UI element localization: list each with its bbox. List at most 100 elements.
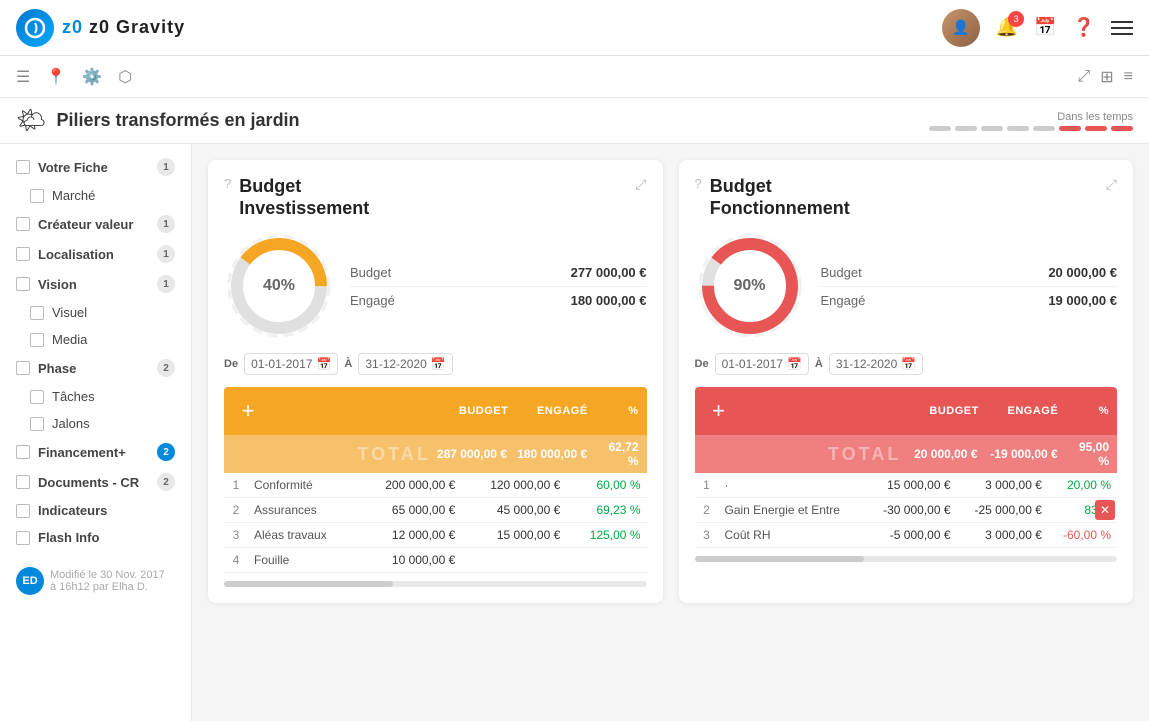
scrollbar-thumb-invest [224, 581, 393, 587]
checkbox-financement[interactable] [16, 445, 30, 459]
engage-value-fonct: 19 000,00 € [1048, 293, 1117, 308]
help-invest-icon[interactable]: ? [224, 176, 231, 191]
location-icon[interactable]: 📍 [46, 67, 66, 87]
budget-value-invest: 277 000,00 € [571, 265, 647, 280]
engage-label-fonct: Engagé [821, 293, 866, 308]
checkbox-taches[interactable] [30, 390, 44, 404]
table-row[interactable]: 2 Assurances 65 000,00 € 45 000,00 € 69,… [224, 498, 647, 523]
sidebar-label-localisation: Localisation [38, 247, 114, 262]
avatar-img: 👤 [942, 9, 980, 47]
layers-icon[interactable]: ⬡ [118, 67, 132, 87]
help-fonct-icon[interactable]: ? [695, 176, 702, 191]
scrollbar-invest[interactable] [224, 581, 647, 587]
close-row-button[interactable]: ✕ [1095, 500, 1115, 520]
badge-financement: 2 [157, 443, 175, 461]
table-row[interactable]: 2 Gain Energie et Entre -30 000,00 € -25… [695, 498, 1118, 523]
help-icon[interactable]: ❓ [1073, 17, 1095, 38]
sidebar-item-media[interactable]: Media [0, 326, 191, 353]
table-row[interactable]: 1 · 15 000,00 € 3 000,00 € 20,00 % [695, 473, 1118, 498]
sidebar-item-documents[interactable]: Documents - CR 2 [0, 467, 191, 497]
checkbox-localisation[interactable] [16, 247, 30, 261]
calendar-icon[interactable]: 📅 [1034, 17, 1056, 38]
add-fonct-button[interactable]: + [699, 391, 739, 431]
table-row[interactable]: 4 Fouille 10 000,00 € [224, 548, 647, 573]
dot-7 [1085, 126, 1107, 131]
checkbox-vision[interactable] [16, 277, 30, 291]
weather-icon: 🌤 [16, 106, 46, 135]
budget-label-invest: Budget [350, 265, 391, 280]
checkbox-phase[interactable] [16, 361, 30, 375]
expand-icon[interactable]: ⤢ [1077, 68, 1090, 86]
expand-fonct-icon[interactable]: ⤢ [1106, 176, 1117, 193]
user-initials: ED [16, 567, 44, 595]
card-title-fonct: Budget Fonctionnement [710, 176, 850, 219]
donut-invest-label: 40% [263, 277, 295, 295]
budget-info-invest: Budget 277 000,00 € Engagé 180 000,00 € [350, 259, 647, 314]
checkbox-jalons[interactable] [30, 417, 44, 431]
checkbox-createur[interactable] [16, 217, 30, 231]
list-icon[interactable]: ≡ [1124, 68, 1133, 86]
budget-row-engage-invest: Engagé 180 000,00 € [350, 287, 647, 314]
settings-icon[interactable]: ⚙️ [82, 67, 102, 87]
sidebar-item-financement[interactable]: Financement+ 2 [0, 437, 191, 467]
badge-vision: 1 [157, 275, 175, 293]
total-row-fonct: TOTAL 20 000,00 € -19 000,00 € 95,00 % [695, 435, 1118, 473]
sidebar-label-financement: Financement+ [38, 445, 126, 460]
sidebar-item-visuel[interactable]: Visuel [0, 299, 191, 326]
sidebar-item-indicateurs[interactable]: Indicateurs [0, 497, 191, 524]
checkbox-documents[interactable] [16, 475, 30, 489]
date-de-invest[interactable]: 01-01-2017 📅 [244, 353, 338, 375]
sidebar-item-marche[interactable]: Marché [0, 182, 191, 209]
checkbox-visuel[interactable] [30, 306, 44, 320]
logo-icon[interactable] [16, 9, 54, 47]
engage-label-invest: Engagé [350, 293, 395, 308]
checkbox-media[interactable] [30, 333, 44, 347]
date-de-fonct[interactable]: 01-01-2017 📅 [715, 353, 809, 375]
table-invest: + BUDGET ENGAGÉ % TOTAL 287 000,00 € [224, 387, 647, 587]
add-invest-button[interactable]: + [228, 391, 268, 431]
sidebar-item-vision[interactable]: Vision 1 [0, 269, 191, 299]
grid-icon[interactable]: ⊞ [1100, 67, 1113, 87]
sidebar-item-votre-fiche[interactable]: Votre Fiche 1 [0, 152, 191, 182]
de-label-invest: De [224, 358, 238, 370]
sidebar-item-createur[interactable]: Créateur valeur 1 [0, 209, 191, 239]
table-row[interactable]: 3 Aléas travaux 12 000,00 € 15 000,00 € … [224, 523, 647, 548]
table-cols-invest: BUDGET ENGAGÉ % [272, 397, 647, 425]
date-a-fonct[interactable]: 31-12-2020 📅 [829, 353, 923, 375]
scrollbar-thumb-fonct [695, 556, 864, 562]
sidebar-item-jalons[interactable]: Jalons [0, 410, 191, 437]
checkbox-flash-info[interactable] [16, 531, 30, 545]
expand-invest-icon[interactable]: ⤢ [635, 176, 646, 193]
col-pct-label-fonct: % [1066, 405, 1117, 417]
sidebar-item-phase[interactable]: Phase 2 [0, 353, 191, 383]
col-budget-label-fonct: BUDGET [907, 405, 986, 417]
budget-fonct-card: ? Budget Fonctionnement ⤢ [679, 160, 1134, 603]
sidebar-label-taches: Tâches [52, 389, 95, 404]
checkbox-marche[interactable] [30, 189, 44, 203]
dot-3 [981, 126, 1003, 131]
date-a-invest[interactable]: 31-12-2020 📅 [358, 353, 452, 375]
budget-invest-card: ? Budget Investissement ⤢ [208, 160, 663, 603]
notification-icon[interactable]: 🔔 3 [996, 17, 1018, 38]
scrollbar-fonct[interactable] [695, 556, 1118, 562]
card-header-fonct: ? Budget Fonctionnement ⤢ [695, 176, 1118, 219]
sidebar-item-localisation[interactable]: Localisation 1 [0, 239, 191, 269]
menu-toggle-icon[interactable]: ☰ [16, 67, 30, 87]
sidebar-item-taches[interactable]: Tâches [0, 383, 191, 410]
budget-value-fonct: 20 000,00 € [1048, 265, 1117, 280]
card-body-fonct: 90% Budget 20 000,00 € Engagé 19 000,00 … [695, 231, 1118, 341]
dot-1 [929, 126, 951, 131]
table-header-fonct: + BUDGET ENGAGÉ % [695, 387, 1118, 435]
sidebar-item-flash-info[interactable]: Flash Info [0, 524, 191, 551]
a-label-fonct: À [815, 358, 823, 370]
footer-text1: Modifié le 30 Nov. 2017 [50, 569, 165, 581]
checkbox-votre-fiche[interactable] [16, 160, 30, 174]
table-row[interactable]: 1 Conformité 200 000,00 € 120 000,00 € 6… [224, 473, 647, 498]
table-row[interactable]: 3 Coût RH -5 000,00 € 3 000,00 € -60,00 … [695, 523, 1118, 548]
menu-icon[interactable] [1111, 21, 1133, 35]
card-title-invest: Budget Investissement [239, 176, 369, 219]
main-layout: Votre Fiche 1 Marché Créateur valeur 1 L… [0, 144, 1149, 721]
sidebar-label-marche: Marché [52, 188, 95, 203]
avatar[interactable]: 👤 [942, 9, 980, 47]
checkbox-indicateurs[interactable] [16, 504, 30, 518]
